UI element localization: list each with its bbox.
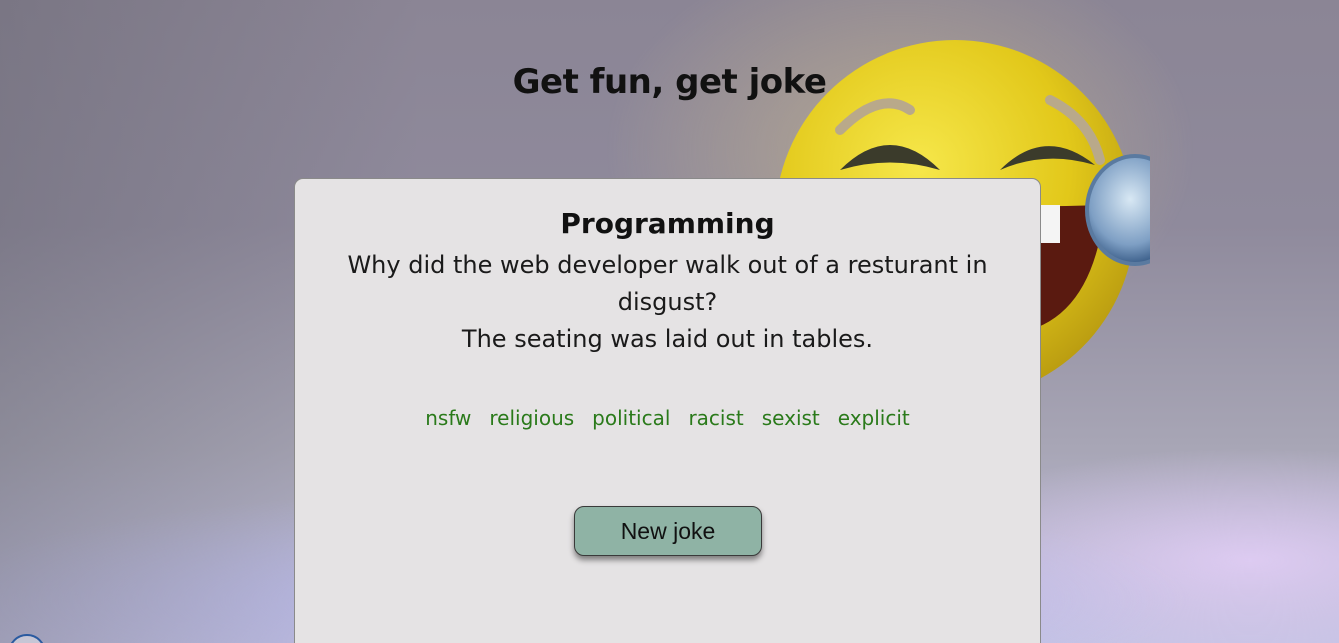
joke-category: Programming xyxy=(560,207,775,240)
joke-card: Programming Why did the web developer wa… xyxy=(294,178,1041,643)
flag-religious: religious xyxy=(489,406,575,430)
joke-setup: Why did the web developer walk out of a … xyxy=(347,251,988,316)
flag-political: political xyxy=(592,406,671,430)
joke-delivery: The seating was laid out in tables. xyxy=(461,325,874,353)
flag-racist: racist xyxy=(688,406,744,430)
flag-explicit: explicit xyxy=(837,406,910,430)
flag-sexist: sexist xyxy=(761,406,820,430)
new-joke-button[interactable]: New joke xyxy=(574,506,762,556)
joke-flags: nsfw religious political racist sexist e… xyxy=(295,406,1040,430)
page-title: Get fun, get joke xyxy=(512,62,827,102)
flag-nsfw: nsfw xyxy=(425,406,472,430)
